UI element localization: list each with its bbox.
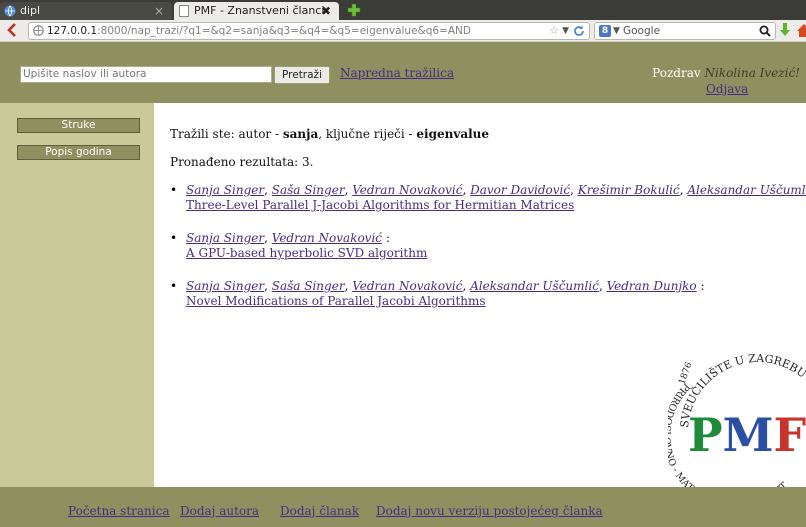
author-link[interactable]: Davor Davidović xyxy=(470,183,570,197)
google-icon: 8 xyxy=(599,25,611,37)
browser-tab-strip: dipl × PMF - Znanstveni članci ✖ xyxy=(0,0,806,20)
bullet: • xyxy=(170,279,178,293)
seal-year: 1876 xyxy=(677,361,694,386)
main-content: Tražili ste: autor - sanja, ključne rije… xyxy=(154,103,806,487)
article-title-link[interactable]: Novel Modifications of Parallel Jacobi A… xyxy=(186,294,796,309)
tab-label: PMF - Znanstveni članci xyxy=(194,4,325,17)
article-title-link[interactable]: A GPU-based hyperbolic SVD algorithm xyxy=(186,246,796,261)
bookmark-star-icon[interactable]: ☆ xyxy=(549,23,559,39)
author-link[interactable]: Vedran Dunjko xyxy=(607,279,697,293)
author-link[interactable]: Vedran Novaković xyxy=(352,183,462,197)
globe-icon xyxy=(4,5,16,17)
author-link[interactable]: Saša Singer xyxy=(272,279,345,293)
author-link[interactable]: Vedran Novaković xyxy=(352,279,462,293)
author-link[interactable]: Krešimir Bokulić xyxy=(578,183,680,197)
close-icon[interactable]: × xyxy=(154,2,164,20)
footer-link-add-author[interactable]: Dodaj autora xyxy=(180,504,259,518)
sidebar-item-popis-godina[interactable]: Popis godina xyxy=(17,145,140,160)
search-button[interactable]: Pretraži xyxy=(274,66,330,84)
reload-icon[interactable] xyxy=(573,25,585,37)
user-name: Nikolina Ivezić! xyxy=(704,66,800,80)
site-icon xyxy=(33,25,44,36)
author-link[interactable]: Vedran Novaković xyxy=(272,231,382,245)
site-header: Upišite naslov ili autora Pretraži Napre… xyxy=(0,42,806,103)
url-text: 127.0.0.1:8000/nap_trazi/?q1=&q2=sanja&q… xyxy=(47,25,471,37)
browser-tab-pmf[interactable]: PMF - Znanstveni članci ✖ xyxy=(174,2,339,20)
result-count: Pronađeno rezultata: 3. xyxy=(170,155,314,169)
author-link[interactable]: Saša Singer xyxy=(272,183,345,197)
site-footer: Početna stranica Dodaj autora Dodaj član… xyxy=(0,487,806,527)
greeting: Pozdrav Nikolina Ivezić! xyxy=(652,66,800,80)
tab-label: dipl xyxy=(20,4,41,17)
logout-link[interactable]: Odjava xyxy=(706,82,748,96)
advanced-search-link[interactable]: Napredna tražilica xyxy=(340,66,454,80)
author-link[interactable]: Sanja Singer xyxy=(186,279,264,293)
article-title-link[interactable]: Three-Level Parallel J-Jacobi Algorithms… xyxy=(186,198,796,213)
browser-tab-dipl[interactable]: dipl × xyxy=(0,2,172,20)
footer-link-add-article[interactable]: Dodaj članak xyxy=(280,504,359,518)
bullet: • xyxy=(170,183,178,197)
browser-nav-bar: 127.0.0.1:8000/nap_trazi/?q1=&q2=sanja&q… xyxy=(0,20,806,42)
url-dropdown-icon[interactable]: ▼ xyxy=(562,23,569,39)
pmf-seal-logo: SVEUČILIŠTE U ZAGREBU PRIRODOSLOVNO - MA… xyxy=(668,352,806,487)
author-link[interactable]: Aleksandar Uščumlić xyxy=(687,183,806,197)
seal-monogram: PMF xyxy=(688,408,806,462)
search-input[interactable]: Upišite naslov ili autora xyxy=(20,66,272,83)
home-icon[interactable] xyxy=(797,22,806,38)
result-item: • Sanja Singer, Saša Singer, Vedran Novak… xyxy=(170,183,806,213)
author-link[interactable]: Sanja Singer xyxy=(186,183,264,197)
search-icon[interactable] xyxy=(759,25,771,37)
search-engine-label: Google xyxy=(623,25,661,37)
result-item: • Sanja Singer, Saša Singer, Vedran Novak… xyxy=(170,279,796,309)
sidebar-item-struke[interactable]: Struke xyxy=(17,118,140,133)
page-icon xyxy=(179,5,189,17)
result-item: • Sanja Singer, Vedran Novaković :A GPU-b… xyxy=(170,231,796,261)
engine-dropdown-icon[interactable]: ▼ xyxy=(613,23,620,39)
close-icon[interactable]: ✖ xyxy=(321,2,331,20)
download-icon[interactable] xyxy=(778,22,792,38)
footer-link-add-version[interactable]: Dodaj novu verziju postojećeg članka xyxy=(376,504,603,518)
author-link[interactable]: Sanja Singer xyxy=(186,231,264,245)
back-arrow-icon[interactable] xyxy=(6,23,20,37)
author-link[interactable]: Aleksandar Uščumlić xyxy=(470,279,599,293)
search-summary: Tražili ste: autor - sanja, ključne rije… xyxy=(170,127,490,141)
new-tab-icon[interactable] xyxy=(347,3,361,17)
sidebar: Struke Popis godina xyxy=(0,103,154,487)
url-bar[interactable]: 127.0.0.1:8000/nap_trazi/?q1=&q2=sanja&q… xyxy=(28,22,590,40)
browser-search-bar[interactable]: 8 ▼ Google xyxy=(594,22,776,40)
search-placeholder: Upišite naslov ili autora xyxy=(23,68,147,80)
footer-link-home[interactable]: Početna stranica xyxy=(68,504,169,518)
bullet: • xyxy=(170,231,178,245)
